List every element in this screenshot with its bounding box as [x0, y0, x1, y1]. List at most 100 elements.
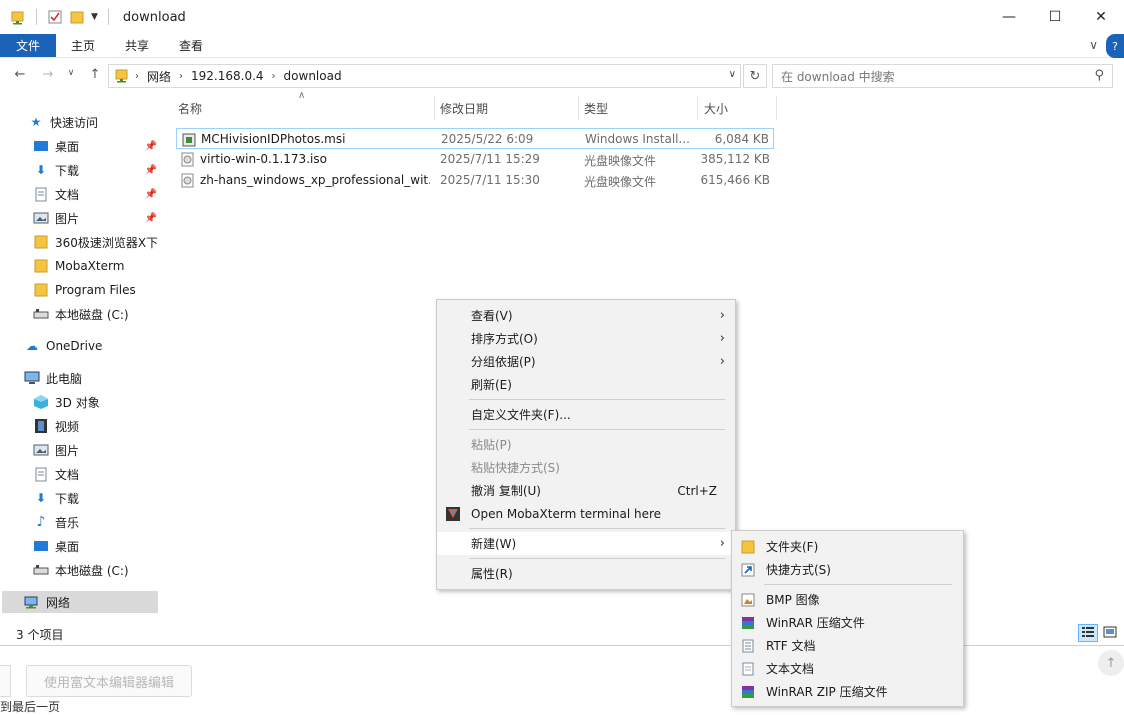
tab-home[interactable]: 主页 — [56, 34, 110, 57]
sidebar-item-pc-desktop[interactable]: 桌面 — [33, 535, 157, 557]
desktop-icon — [33, 538, 49, 554]
file-row[interactable]: zh-hans_windows_xp_professional_wit... 2… — [176, 170, 774, 191]
sidebar-item-3d-objects[interactable]: 3D 对象 — [33, 391, 157, 413]
menu-item-view[interactable]: 查看(V) › — [437, 304, 735, 327]
disc-image-icon — [181, 152, 195, 167]
pin-icon[interactable]: 📌 — [145, 189, 157, 200]
help-icon[interactable]: ? — [1106, 34, 1124, 58]
menu-item-paste[interactable]: 粘贴(P) — [437, 433, 735, 456]
sidebar-item-this-pc[interactable]: 此电脑 — [24, 367, 157, 389]
column-header-date[interactable]: 修改日期 — [440, 96, 488, 120]
sidebar-item-onedrive[interactable]: ☁ OneDrive — [24, 335, 157, 357]
menu-item-label: RTF 文档 — [766, 639, 816, 653]
folder-icon — [33, 234, 49, 250]
disc-image-icon — [181, 173, 195, 188]
address-dropdown-chevron-icon[interactable]: ∨ — [729, 69, 736, 80]
new-folder-icon[interactable] — [69, 9, 85, 25]
expand-ribbon-chevron-icon[interactable]: ∨ — [1089, 38, 1098, 52]
column-divider[interactable] — [434, 96, 435, 120]
column-header-name[interactable]: 名称 — [178, 96, 202, 120]
menu-item-new-winrar[interactable]: WinRAR 压缩文件 — [732, 611, 963, 634]
close-button[interactable]: ✕ — [1078, 0, 1124, 34]
breadcrumb-network[interactable]: 网络 — [147, 68, 171, 85]
menu-item-new-winrar-zip[interactable]: WinRAR ZIP 压缩文件 — [732, 680, 963, 703]
menu-item-new-text[interactable]: 文本文档 — [732, 657, 963, 680]
back-arrow-icon[interactable]: ← — [9, 67, 31, 82]
menu-item-properties[interactable]: 属性(R) — [437, 562, 735, 585]
menu-item-undo-copy[interactable]: 撤消 复制(U) Ctrl+Z — [437, 479, 735, 502]
sidebar-item-pictures[interactable]: 图片 📌 — [33, 207, 157, 229]
sidebar-item-pc-downloads[interactable]: ⬇ 下载 — [33, 487, 157, 509]
pin-icon[interactable]: 📌 — [145, 213, 157, 224]
sidebar-item-downloads[interactable]: ⬇ 下载 📌 — [33, 159, 157, 181]
column-divider[interactable] — [776, 96, 777, 120]
msi-installer-icon — [182, 132, 196, 147]
breadcrumb-host[interactable]: 192.168.0.4 — [191, 69, 264, 83]
file-size: 615,466 KB — [700, 173, 770, 187]
menu-item-group[interactable]: 分组依据(P) › — [437, 350, 735, 373]
pictures-icon — [33, 442, 49, 458]
submenu-arrow-icon: › — [719, 331, 725, 346]
column-divider[interactable] — [697, 96, 698, 120]
sidebar-item-local-disk[interactable]: 本地磁盘 (C:) — [33, 303, 157, 325]
scroll-top-button[interactable]: ↑ — [1098, 650, 1124, 676]
breadcrumb-separator-icon[interactable]: › — [179, 71, 183, 82]
file-date: 2025/7/11 15:30 — [440, 173, 540, 187]
rich-text-editor-button[interactable]: 使用富文本编辑器编辑 — [26, 665, 192, 697]
sidebar-item-mobaxterm[interactable]: MobaXterm — [33, 255, 157, 277]
column-header-size[interactable]: 大小 — [704, 96, 728, 120]
rtf-document-icon — [740, 638, 756, 654]
forward-arrow-icon[interactable]: → — [37, 67, 59, 82]
sidebar-item-pc-pictures[interactable]: 图片 — [33, 439, 157, 461]
menu-item-new-shortcut[interactable]: 快捷方式(S) — [732, 558, 963, 581]
file-row[interactable]: MCHivisionIDPhotos.msi 2025/5/22 6:09 Wi… — [176, 128, 774, 149]
navigation-bar: ← → ∨ ↑ › 网络 › 192.168.0.4 › download ∨ … — [0, 62, 1124, 90]
minimize-button[interactable]: — — [986, 0, 1032, 34]
large-icons-view-button[interactable] — [1100, 624, 1120, 642]
sidebar-item-label: 文档 — [55, 467, 80, 482]
properties-check-icon[interactable] — [47, 9, 63, 25]
sidebar-item-360-downloads[interactable]: 360极速浏览器X下载 — [33, 231, 157, 253]
menu-item-new-folder[interactable]: 文件夹(F) — [732, 535, 963, 558]
recent-locations-chevron-icon[interactable]: ∨ — [60, 68, 82, 78]
pin-icon[interactable]: 📌 — [145, 141, 157, 152]
sidebar-item-desktop[interactable]: 桌面 📌 — [33, 135, 157, 157]
customize-toolbar-chevron-icon[interactable]: ▼ — [91, 12, 98, 22]
sidebar-item-videos[interactable]: 视频 — [33, 415, 157, 437]
menu-item-label: BMP 图像 — [766, 593, 820, 607]
sidebar-item-music[interactable]: ♪ 音乐 — [33, 511, 157, 533]
new-submenu: 文件夹(F) 快捷方式(S) BMP 图像 WinRAR 压缩文件 RTF 文档… — [731, 530, 964, 707]
menu-item-paste-shortcut[interactable]: 粘贴快捷方式(S) — [437, 456, 735, 479]
sidebar-item-pc-documents[interactable]: 文档 — [33, 463, 157, 485]
details-view-button[interactable] — [1078, 624, 1098, 642]
sidebar-item-program-files[interactable]: Program Files — [33, 279, 157, 301]
pin-icon[interactable]: 📌 — [145, 165, 157, 176]
menu-item-new[interactable]: 新建(W) › — [437, 532, 735, 555]
address-bar[interactable]: › 网络 › 192.168.0.4 › download ∨ — [108, 64, 741, 88]
column-header-type[interactable]: 类型 — [584, 96, 608, 120]
breadcrumb-separator-icon[interactable]: › — [135, 71, 139, 82]
menu-item-sort[interactable]: 排序方式(O) › — [437, 327, 735, 350]
menu-item-open-mobaxterm[interactable]: Open MobaXterm terminal here — [437, 502, 735, 525]
menu-item-new-rtf[interactable]: RTF 文档 — [732, 634, 963, 657]
column-divider[interactable] — [578, 96, 579, 120]
tab-view[interactable]: 查看 — [164, 34, 218, 57]
tab-file[interactable]: 文件 — [0, 34, 57, 57]
sidebar-item-documents[interactable]: 文档 📌 — [33, 183, 157, 205]
sidebar-item-pc-local-disk[interactable]: 本地磁盘 (C:) — [33, 559, 157, 581]
menu-item-refresh[interactable]: 刷新(E) — [437, 373, 735, 396]
refresh-button[interactable]: ↻ — [743, 64, 767, 88]
up-arrow-icon[interactable]: ↑ — [84, 67, 106, 82]
breadcrumb-download[interactable]: download — [284, 69, 342, 83]
menu-item-customize-folder[interactable]: 自定义文件夹(F)... — [437, 403, 735, 426]
sidebar-item-network[interactable]: 网络 — [2, 591, 158, 613]
breadcrumb-separator-icon[interactable]: › — [272, 71, 276, 82]
sidebar-item-label: 视频 — [55, 419, 80, 434]
file-row[interactable]: virtio-win-0.1.173.iso 2025/7/11 15:29 光… — [176, 149, 774, 170]
sidebar-item-quick-access[interactable]: ★ 快速访问 — [28, 111, 158, 133]
tab-share[interactable]: 共享 — [110, 34, 164, 57]
menu-item-new-bmp[interactable]: BMP 图像 — [732, 588, 963, 611]
maximize-button[interactable]: ☐ — [1032, 0, 1078, 34]
search-input[interactable]: 在 download 中搜索 ⚲ — [772, 64, 1113, 88]
partial-button[interactable] — [0, 665, 11, 697]
